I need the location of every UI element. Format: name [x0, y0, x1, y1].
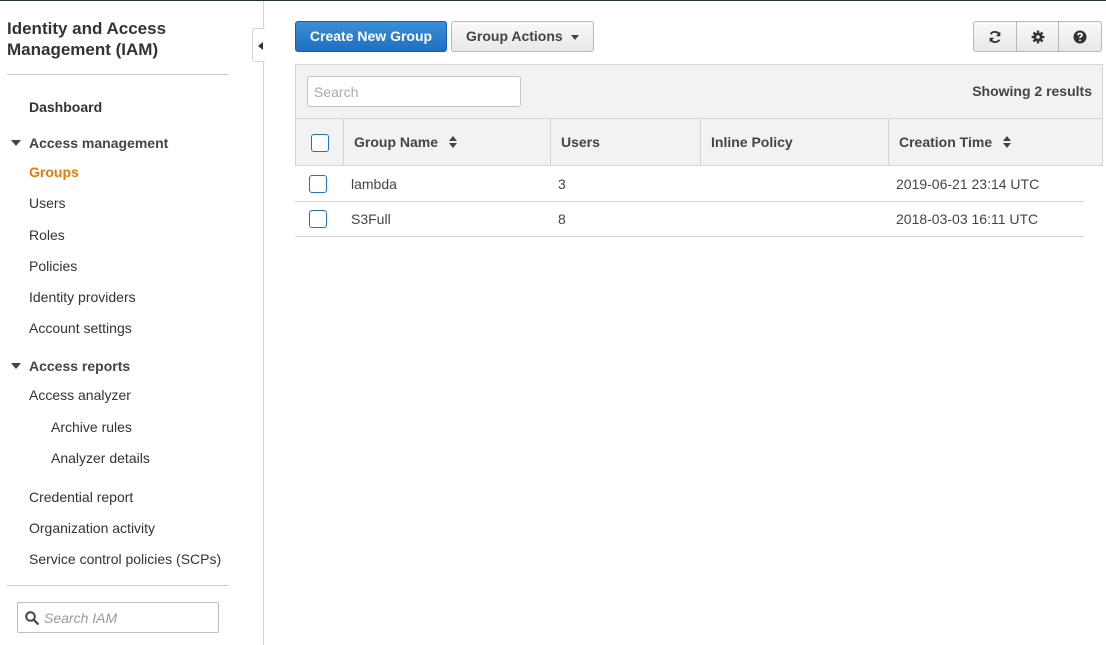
help-button[interactable]	[1058, 22, 1101, 51]
row-checkbox[interactable]	[309, 210, 327, 228]
column-group-name[interactable]: Group Name	[343, 119, 550, 165]
table-search-input[interactable]	[307, 76, 521, 107]
service-title: Identity and Access Management (IAM)	[7, 19, 167, 59]
settings-button[interactable]	[1015, 22, 1059, 51]
section-access-reports[interactable]: Access reports	[11, 357, 130, 375]
group-name-link[interactable]: lambda	[351, 167, 397, 201]
column-label: Creation Time	[899, 134, 993, 150]
sidebar-item-groups[interactable]: Groups	[29, 163, 79, 181]
section-label: Access reports	[29, 358, 131, 374]
search-iam-input[interactable]	[44, 607, 214, 629]
group-name-link[interactable]: S3Full	[351, 202, 391, 236]
sort-icon	[448, 135, 457, 148]
users-count: 8	[558, 211, 566, 227]
caret-down-icon	[11, 140, 21, 146]
sort-icon	[1003, 135, 1011, 148]
sidebar-item-access-analyzer[interactable]: Access analyzer	[29, 386, 131, 404]
divider	[7, 74, 229, 75]
column-label: Group Name	[354, 134, 439, 150]
sidebar-item-archive-rules[interactable]: Archive rules	[51, 418, 132, 436]
search-icon	[25, 611, 39, 625]
group-actions-label: Group Actions	[466, 28, 563, 44]
help-icon	[1073, 30, 1087, 43]
results-count: Showing 2 results	[972, 83, 1092, 99]
sidebar-item-roles[interactable]: Roles	[29, 226, 65, 244]
table-toolbar: Showing 2 results	[295, 64, 1103, 119]
sidebar-item-identity-providers[interactable]: Identity providers	[29, 288, 136, 306]
creation-time: 2018-03-03 16:11 UTC	[896, 211, 1039, 227]
row-checkbox[interactable]	[309, 175, 327, 193]
sidebar-item-policies[interactable]: Policies	[29, 257, 77, 275]
group-actions-button[interactable]: Group Actions	[451, 21, 594, 52]
gear-icon	[1031, 30, 1044, 43]
refresh-button[interactable]	[974, 22, 1016, 51]
collapse-sidebar-button[interactable]	[252, 28, 265, 62]
toolbar-icon-group	[973, 21, 1102, 52]
sidebar-item-organization-activity[interactable]: Organization activity	[29, 519, 155, 537]
sidebar-item-account-settings[interactable]: Account settings	[29, 319, 132, 337]
table-header: Group Name Users Inline Policy Creation …	[295, 119, 1103, 166]
collapse-left-icon	[258, 42, 263, 50]
column-creation-time[interactable]: Creation Time	[888, 119, 1103, 165]
sidebar-item-dashboard[interactable]: Dashboard	[29, 98, 102, 116]
divider	[7, 585, 229, 586]
create-new-group-button[interactable]: Create New Group	[295, 21, 447, 52]
caret-down-icon	[11, 363, 21, 369]
column-inline-policy: Inline Policy	[700, 119, 888, 165]
table-row[interactable]: lambda 3 2019-06-21 23:14 UTC	[295, 167, 1084, 202]
sidebar: Identity and Access Management (IAM) Das…	[0, 1, 264, 645]
section-access-management[interactable]: Access management	[11, 134, 168, 152]
select-all-checkbox[interactable]	[311, 134, 329, 152]
table-row[interactable]: S3Full 8 2018-03-03 16:11 UTC	[295, 202, 1084, 237]
refresh-icon	[989, 30, 1001, 43]
column-users: Users	[550, 119, 700, 165]
search-iam-box	[17, 602, 219, 633]
chevron-down-icon	[571, 35, 579, 40]
sidebar-item-scps[interactable]: Service control policies (SCPs)	[29, 550, 221, 568]
sidebar-item-users[interactable]: Users	[29, 194, 66, 212]
sidebar-item-credential-report[interactable]: Credential report	[29, 488, 133, 506]
sidebar-item-analyzer-details[interactable]: Analyzer details	[51, 449, 150, 467]
section-label: Access management	[29, 135, 169, 151]
users-count: 3	[558, 176, 566, 192]
creation-time: 2019-06-21 23:14 UTC	[896, 176, 1040, 192]
